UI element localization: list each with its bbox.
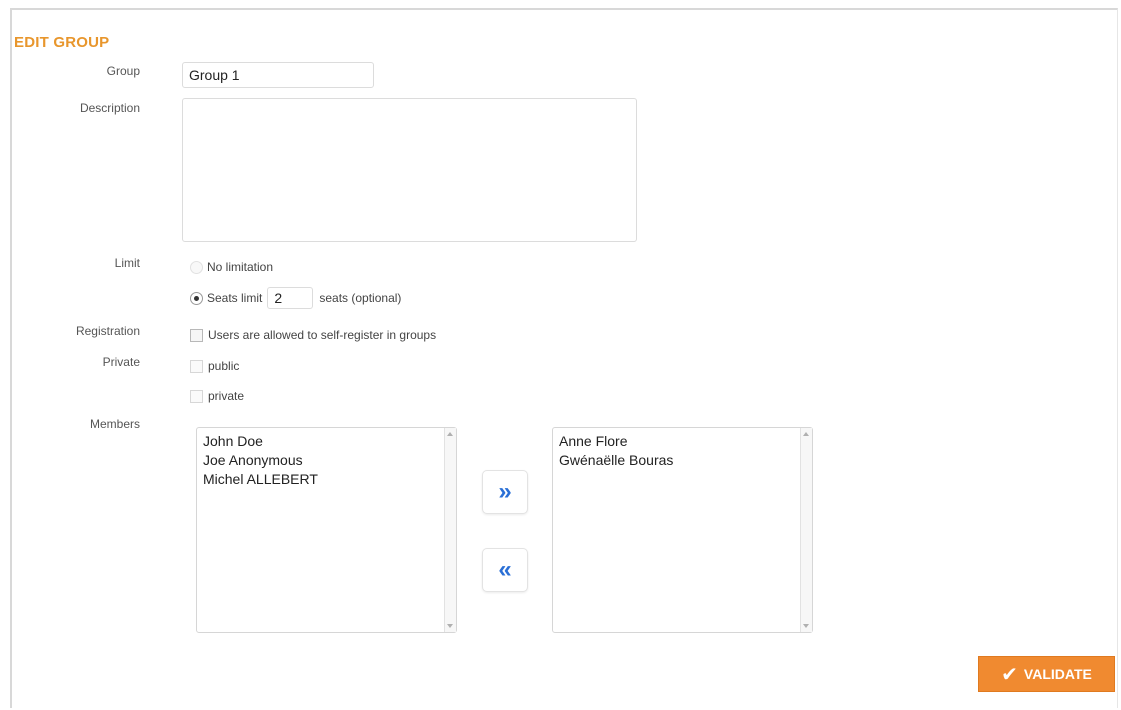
list-item[interactable]: Gwénaëlle Bouras xyxy=(559,451,806,470)
seats-limit-input[interactable]: 2 xyxy=(267,287,314,309)
private-checkbox[interactable] xyxy=(190,389,203,403)
group-label: Group xyxy=(106,64,140,78)
private-label: Private xyxy=(102,355,140,369)
private-option[interactable]: private xyxy=(190,389,244,403)
description-label: Description xyxy=(79,101,140,115)
public-checkbox[interactable] xyxy=(190,359,203,373)
list-item[interactable]: John Doe xyxy=(203,432,450,451)
self-register-option[interactable]: Users are allowed to self-register in gr… xyxy=(190,328,436,342)
list-item[interactable]: Michel ALLEBERT xyxy=(203,470,450,489)
available-members-list[interactable]: John Doe Joe Anonymous Michel ALLEBERT xyxy=(196,427,457,633)
validate-label: VALIDATE xyxy=(1023,666,1092,682)
seats-limit-radio[interactable] xyxy=(190,291,203,305)
registration-label: Registration xyxy=(75,324,140,338)
seats-suffix-label: seats (optional) xyxy=(319,291,402,305)
scroll-down-icon[interactable] xyxy=(447,624,453,628)
group-name-input[interactable] xyxy=(182,62,374,88)
self-register-checkbox[interactable] xyxy=(190,328,203,342)
no-limitation-label: No limitation xyxy=(207,260,274,274)
limit-label: Limit xyxy=(114,256,140,270)
private-option-label: private xyxy=(208,389,245,403)
scroll-up-icon[interactable] xyxy=(803,432,809,436)
seats-limit-label: Seats limit xyxy=(207,291,263,305)
no-limitation-radio[interactable] xyxy=(190,260,203,274)
scroll-down-icon[interactable] xyxy=(803,624,809,628)
remove-member-button[interactable]: « xyxy=(482,548,528,592)
scroll-up-icon[interactable] xyxy=(447,432,453,436)
seats-limit-option[interactable]: Seats limit 2 seats (optional) xyxy=(190,287,401,309)
double-chevron-left-icon: « xyxy=(498,556,512,583)
validate-button[interactable]: ✔ VALIDATE xyxy=(978,656,1115,692)
check-icon: ✔ xyxy=(1001,663,1018,686)
public-option-label: public xyxy=(208,359,240,373)
page-title: EDIT GROUP xyxy=(14,34,110,51)
selected-members-list[interactable]: Anne Flore Gwénaëlle Bouras xyxy=(552,427,813,633)
self-register-label: Users are allowed to self-register in gr… xyxy=(208,328,437,342)
description-textarea[interactable] xyxy=(182,98,637,242)
add-member-button[interactable]: » xyxy=(482,470,528,514)
list-item[interactable]: Anne Flore xyxy=(559,432,806,451)
available-list-scrollbar[interactable] xyxy=(444,428,456,632)
selected-list-scrollbar[interactable] xyxy=(800,428,812,632)
members-label: Members xyxy=(89,417,140,431)
public-option[interactable]: public xyxy=(190,359,239,373)
no-limitation-option[interactable]: No limitation xyxy=(190,260,273,274)
double-chevron-right-icon: » xyxy=(498,478,512,505)
list-item[interactable]: Joe Anonymous xyxy=(203,451,450,470)
